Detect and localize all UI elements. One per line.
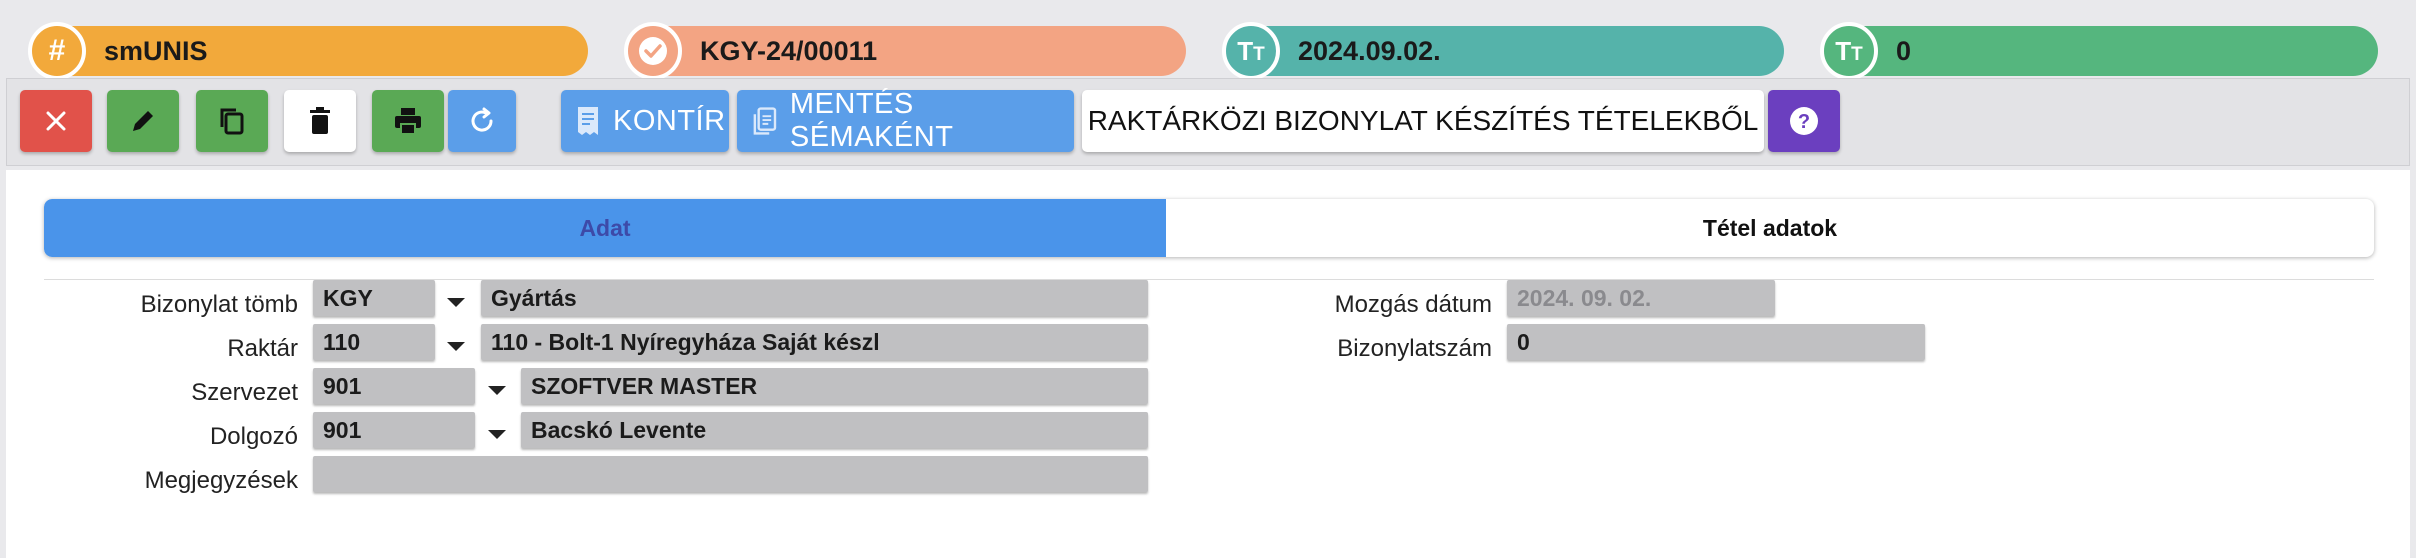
label-raktar: Raktár (227, 335, 298, 362)
save-as-schema-label: MENTÉS SÉMAKÉNT (789, 88, 954, 153)
print-button[interactable] (372, 90, 444, 152)
bizonylatszam-field: 0 (1507, 324, 1925, 360)
raktar-name-field: 110 - Bolt-1 Nyíregyháza Saját készl (481, 324, 1148, 360)
bizonylat-tomb-code-select[interactable]: KGY (313, 280, 435, 316)
text-format-icon: TT (1820, 22, 1878, 80)
info-pill-date: TT 2024.09.02. (1222, 22, 1784, 80)
hash-icon: # (28, 22, 86, 80)
save-as-schema-button[interactable]: MENTÉS SÉMAKÉNT (737, 88, 1074, 153)
copy-button[interactable] (196, 90, 268, 152)
label-bizonylat-tomb: Bizonylat tömb (140, 291, 298, 318)
svg-text:?: ? (1798, 111, 1810, 133)
chevron-down-icon[interactable] (488, 430, 506, 439)
tab-adat[interactable]: Adat (44, 199, 1166, 257)
tab-tetel-adatok[interactable]: Tétel adatok (1166, 199, 2374, 257)
info-pill-code: # smUNIS (28, 22, 588, 80)
info-pill-document: KGY-24/00011 (624, 22, 1186, 80)
chevron-down-icon[interactable] (488, 386, 506, 395)
printer-icon (395, 108, 421, 135)
delete-button[interactable] (284, 90, 356, 152)
dolgozo-name-field: Bacskó Levente (521, 412, 1148, 448)
question-icon: ? (1790, 107, 1818, 135)
szervezet-code-select[interactable]: 901 (313, 368, 475, 404)
refresh-icon (471, 107, 493, 132)
receipt-icon (578, 107, 598, 135)
help-button[interactable]: ? (1768, 90, 1840, 152)
raktar-code-select[interactable]: 110 (313, 324, 435, 360)
document-copy-icon (753, 107, 777, 135)
bizonylat-tomb-name-field: Gyártás (481, 280, 1148, 316)
create-document-label: RAKTÁRKÖZI BIZONYLAT KÉSZÍTÉS TÉTELEKBŐL (1087, 105, 1759, 136)
pill-value: KGY-24/00011 (700, 36, 878, 66)
pill-value: 2024.09.02. (1298, 36, 1441, 66)
text-format-icon: TT (1222, 22, 1280, 80)
pill-value: smUNIS (104, 36, 208, 66)
label-bizonylatszam: Bizonylatszám (1337, 335, 1492, 362)
szervezet-name-field: SZOFTVER MASTER (521, 368, 1148, 404)
info-pill-number: TT 0 (1820, 22, 2378, 80)
tab-bar: Adat Tétel adatok (44, 199, 2374, 257)
pencil-icon (133, 111, 153, 131)
create-document-from-items-button[interactable]: RAKTÁRKÖZI BIZONYLAT KÉSZÍTÉS TÉTELEKBŐL (1082, 90, 1764, 152)
close-button[interactable] (20, 90, 92, 152)
close-icon (46, 111, 66, 131)
kontir-label: KONTÍR (613, 104, 726, 137)
trash-icon (310, 107, 330, 134)
pill-value: 0 (1896, 36, 1912, 66)
mozgas-datum-field: 2024. 09. 02. (1507, 280, 1775, 316)
label-szervezet: Szervezet (191, 379, 298, 406)
copy-icon (220, 108, 244, 135)
refresh-button[interactable] (448, 90, 516, 152)
kontir-button[interactable]: KONTÍR (561, 90, 729, 152)
edit-button[interactable] (107, 90, 179, 152)
check-badge-icon (624, 22, 682, 80)
megjegyzesek-field[interactable] (313, 456, 1148, 492)
label-dolgozo: Dolgozó (209, 423, 298, 450)
chevron-down-icon[interactable] (447, 298, 465, 307)
dolgozo-code-select[interactable]: 901 (313, 412, 475, 448)
chevron-down-icon[interactable] (447, 342, 465, 351)
label-megjegyzesek: Megjegyzések (144, 467, 298, 494)
label-mozgas-datum: Mozgás dátum (1334, 291, 1492, 318)
